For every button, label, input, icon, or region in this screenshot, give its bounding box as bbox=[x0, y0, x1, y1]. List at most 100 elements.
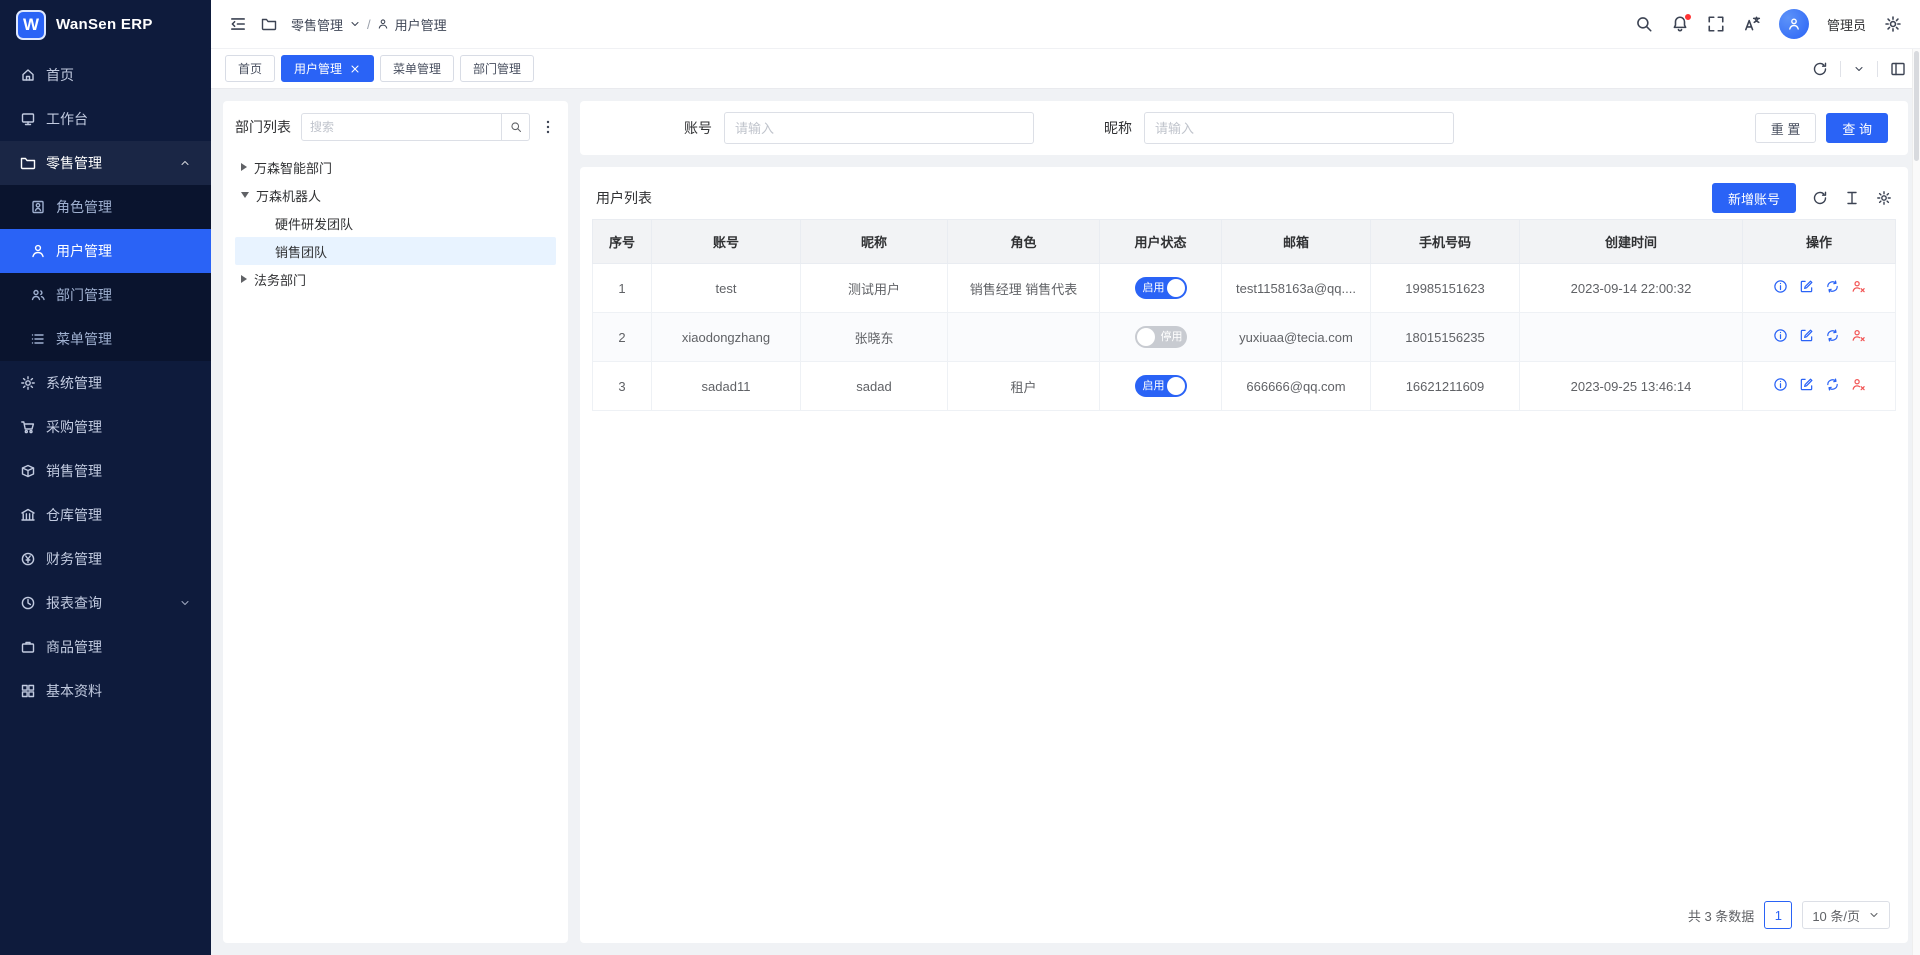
user-list-tools: 新增账号 bbox=[1712, 183, 1892, 213]
column-settings-gear-icon[interactable] bbox=[1876, 190, 1892, 206]
briefcase-icon bbox=[20, 639, 36, 655]
sidebar-item-retail-management[interactable]: 零售管理 bbox=[0, 141, 211, 185]
cell-nickname: sadad bbox=[801, 362, 948, 411]
sidebar-item-label: 零售管理 bbox=[46, 153, 102, 173]
tab-user-management[interactable]: 用户管理 bbox=[281, 55, 374, 82]
tree-node[interactable]: 硬件研发团队 bbox=[235, 209, 556, 237]
sidebar-item-user-management[interactable]: 用户管理 bbox=[0, 229, 211, 273]
search-icon[interactable] bbox=[1635, 15, 1653, 33]
caret-right-icon[interactable] bbox=[241, 275, 247, 283]
status-toggle-on[interactable]: 启用 bbox=[1135, 277, 1187, 299]
column-header: 创建时间 bbox=[1520, 220, 1743, 264]
add-account-button[interactable]: 新增账号 bbox=[1712, 183, 1796, 213]
sidebar-item-purchase-management[interactable]: 采购管理 bbox=[0, 405, 211, 449]
column-header: 手机号码 bbox=[1371, 220, 1520, 264]
tab-label: 部门管理 bbox=[473, 60, 521, 77]
translate-icon[interactable] bbox=[1743, 15, 1761, 33]
sidebar-item-finance-management[interactable]: 财务管理 bbox=[0, 537, 211, 581]
app-title: WanSen ERP bbox=[56, 16, 153, 33]
sidebar-item-product-management[interactable]: 商品管理 bbox=[0, 625, 211, 669]
sidebar-item-system-management[interactable]: 系统管理 bbox=[0, 361, 211, 405]
refresh-icon[interactable] bbox=[1812, 190, 1828, 206]
info-icon[interactable] bbox=[1773, 328, 1788, 343]
nickname-input[interactable] bbox=[1144, 112, 1454, 144]
remove-user-icon[interactable] bbox=[1851, 328, 1866, 343]
notifications-bell-icon[interactable] bbox=[1671, 15, 1689, 33]
settings-gear-icon[interactable] bbox=[1884, 15, 1902, 33]
search-icon[interactable] bbox=[501, 114, 529, 140]
remove-user-icon[interactable] bbox=[1851, 377, 1866, 392]
column-header: 用户状态 bbox=[1100, 220, 1222, 264]
info-icon[interactable] bbox=[1773, 279, 1788, 294]
sidebar-item-label: 基本资料 bbox=[46, 681, 102, 701]
sidebar-item-department-management[interactable]: 部门管理 bbox=[0, 273, 211, 317]
username[interactable]: 管理员 bbox=[1827, 15, 1866, 34]
status-toggle-off[interactable]: 停用 bbox=[1135, 326, 1187, 348]
layout-panel-icon[interactable] bbox=[1890, 61, 1906, 77]
sidebar: W WanSen ERP 首页 工作台 零售管理 角色管理 bbox=[0, 0, 211, 955]
sidebar-item-label: 报表查询 bbox=[46, 593, 102, 613]
caret-right-icon[interactable] bbox=[241, 163, 247, 171]
collapse-sidebar-icon[interactable] bbox=[229, 15, 247, 33]
sidebar-item-warehouse-management[interactable]: 仓库管理 bbox=[0, 493, 211, 537]
sync-icon[interactable] bbox=[1825, 279, 1840, 294]
sidebar-item-workbench[interactable]: 工作台 bbox=[0, 97, 211, 141]
cell-account: sadad11 bbox=[652, 362, 801, 411]
reset-button[interactable]: 重 置 bbox=[1755, 113, 1817, 143]
tab-close-icon[interactable] bbox=[349, 63, 361, 75]
department-search-input[interactable] bbox=[302, 120, 501, 134]
column-header: 邮箱 bbox=[1222, 220, 1371, 264]
user-list-title: 用户列表 bbox=[596, 188, 652, 208]
user-list-card: 用户列表 新增账号 bbox=[580, 167, 1908, 943]
tab-options-chevron-icon[interactable] bbox=[1853, 63, 1865, 75]
pagination-total: 共 3 条数据 bbox=[1688, 906, 1754, 925]
edit-icon[interactable] bbox=[1799, 279, 1814, 294]
cell-nickname: 测试用户 bbox=[801, 264, 948, 313]
column-header: 昵称 bbox=[801, 220, 948, 264]
breadcrumb-current[interactable]: 用户管理 bbox=[395, 15, 447, 34]
filter-actions: 重 置 查 询 bbox=[1755, 113, 1888, 143]
window-scrollbar[interactable] bbox=[1912, 49, 1920, 955]
chevron-down-icon[interactable] bbox=[349, 18, 361, 30]
cart-icon bbox=[20, 419, 36, 435]
main-area: 零售管理 / 用户管理 管理员 首页 用户管理 bbox=[211, 0, 1920, 955]
app-logo-icon: W bbox=[16, 10, 46, 40]
sync-icon[interactable] bbox=[1825, 328, 1840, 343]
tree-node[interactable]: 法务部门 bbox=[235, 265, 556, 293]
sync-icon[interactable] bbox=[1825, 377, 1840, 392]
sidebar-item-sales-management[interactable]: 销售管理 bbox=[0, 449, 211, 493]
breadcrumb-root[interactable]: 零售管理 bbox=[291, 15, 343, 34]
page-size-select[interactable]: 10 条/页 bbox=[1802, 901, 1890, 929]
tree-node[interactable]: 万森智能部门 bbox=[235, 153, 556, 181]
department-panel: 部门列表 万森智能部门 万森机器人 bbox=[223, 101, 568, 943]
caret-down-icon[interactable] bbox=[241, 192, 249, 198]
tab-home[interactable]: 首页 bbox=[225, 55, 275, 82]
scrollbar-thumb[interactable] bbox=[1914, 51, 1919, 161]
refresh-icon[interactable] bbox=[1812, 61, 1828, 77]
tab-menu-management[interactable]: 菜单管理 bbox=[380, 55, 454, 82]
cell-status: 启用 bbox=[1100, 362, 1222, 411]
row-height-icon[interactable] bbox=[1844, 190, 1860, 206]
tree-node-selected[interactable]: 销售团队 bbox=[235, 237, 556, 265]
info-icon[interactable] bbox=[1773, 377, 1788, 392]
pagination-page-1[interactable]: 1 bbox=[1764, 901, 1792, 929]
bank-icon bbox=[20, 507, 36, 523]
sidebar-item-menu-management[interactable]: 菜单管理 bbox=[0, 317, 211, 361]
remove-user-icon[interactable] bbox=[1851, 279, 1866, 294]
tab-department-management[interactable]: 部门管理 bbox=[460, 55, 534, 82]
fullscreen-icon[interactable] bbox=[1707, 15, 1725, 33]
status-toggle-on[interactable]: 启用 bbox=[1135, 375, 1187, 397]
sidebar-item-basic-data[interactable]: 基本资料 bbox=[0, 669, 211, 713]
sidebar-item-home[interactable]: 首页 bbox=[0, 53, 211, 97]
sidebar-item-role-management[interactable]: 角色管理 bbox=[0, 185, 211, 229]
edit-icon[interactable] bbox=[1799, 377, 1814, 392]
query-button[interactable]: 查 询 bbox=[1826, 113, 1888, 143]
tree-node[interactable]: 万森机器人 bbox=[235, 181, 556, 209]
account-input[interactable] bbox=[724, 112, 1034, 144]
more-options-dots-icon[interactable] bbox=[540, 119, 556, 135]
avatar[interactable] bbox=[1779, 9, 1809, 39]
sidebar-item-report-query[interactable]: 报表查询 bbox=[0, 581, 211, 625]
table-row: 1 test 测试用户 销售经理 销售代表 启用 bbox=[593, 264, 1896, 313]
edit-icon[interactable] bbox=[1799, 328, 1814, 343]
column-header: 操作 bbox=[1743, 220, 1896, 264]
